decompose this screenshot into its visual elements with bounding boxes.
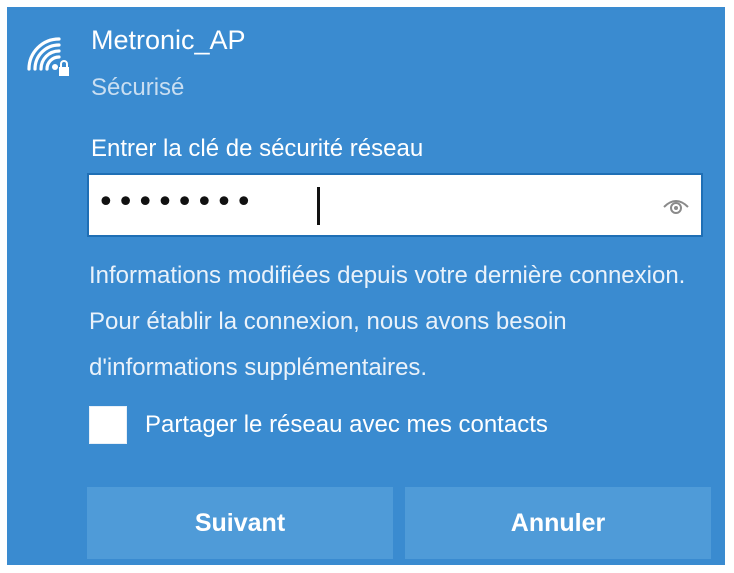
security-key-input[interactable]: ••••••••	[87, 173, 703, 237]
network-name: Metronic_AP	[91, 25, 246, 55]
cancel-button[interactable]: Annuler	[405, 487, 711, 559]
next-button[interactable]: Suivant	[87, 487, 393, 559]
share-network-option[interactable]: Partager le réseau avec mes contacts	[89, 405, 548, 445]
text-caret	[317, 187, 320, 225]
security-key-value: ••••••••	[97, 185, 255, 220]
wifi-secure-icon	[27, 37, 69, 76]
eye-icon[interactable]	[661, 193, 691, 219]
network-security-status: Sécurisé	[91, 74, 185, 101]
security-key-label: Entrer la clé de sécurité réseau	[91, 135, 424, 162]
info-message: Informations modifiées depuis votre dern…	[89, 262, 686, 381]
share-network-checkbox[interactable]	[89, 406, 127, 444]
wifi-connect-panel: Metronic_AP Sécurisé Entrer la clé de sé…	[7, 7, 725, 565]
share-network-label: Partager le réseau avec mes contacts	[145, 411, 548, 438]
